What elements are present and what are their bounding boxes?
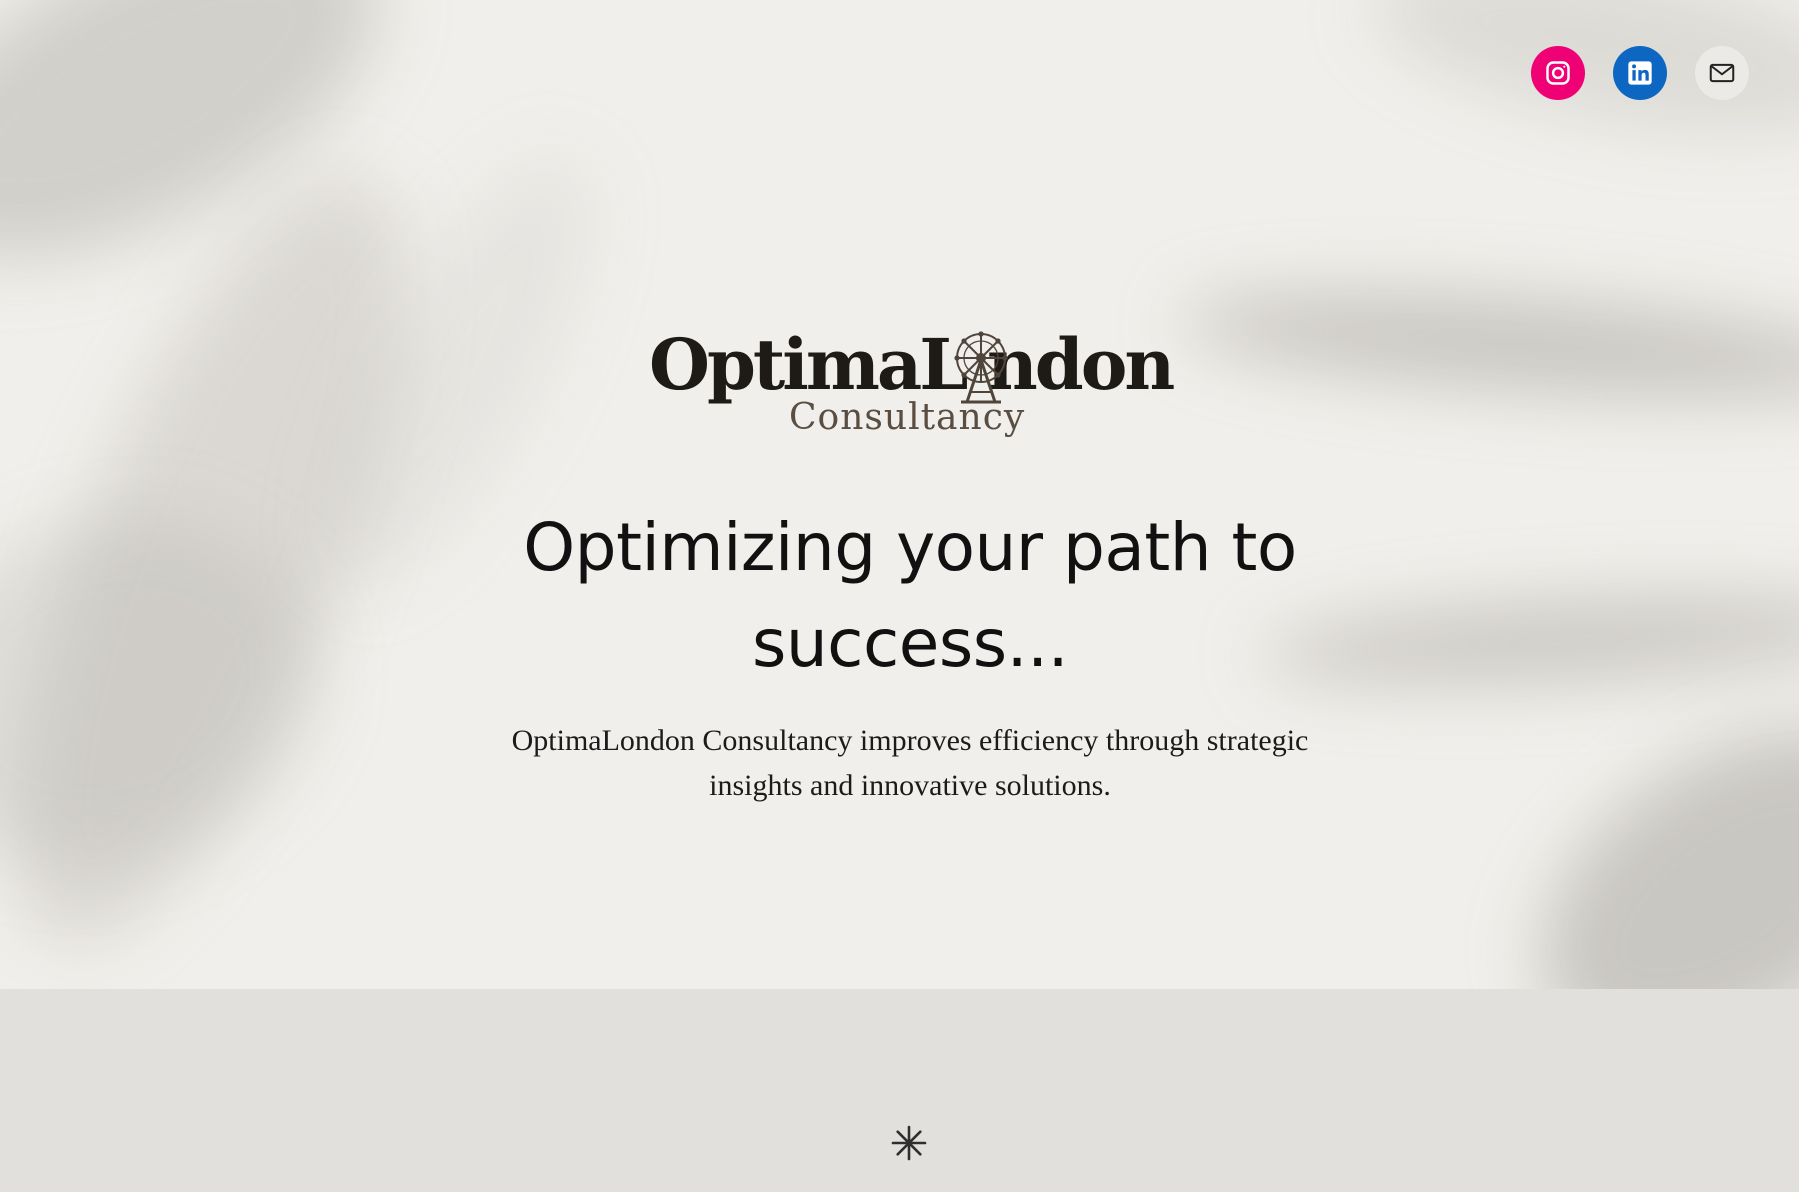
- hero-section: OptimaL ndon Consultancy Optimizing your…: [0, 0, 1799, 989]
- brand-logo[interactable]: OptimaL ndon Consultancy: [645, 328, 1185, 450]
- mail-icon: [1709, 63, 1735, 83]
- linkedin-icon: [1628, 61, 1652, 85]
- mail-link[interactable]: [1695, 46, 1749, 100]
- leaf-shadow: [0, 463, 363, 917]
- leaf-shadow: [0, 0, 431, 327]
- instagram-link[interactable]: [1531, 46, 1585, 100]
- instagram-icon: [1546, 61, 1570, 85]
- asterisk-icon: [891, 1125, 927, 1161]
- leaf-shadow: [1177, 275, 1799, 415]
- logo-wordmark: OptimaL ndon: [649, 323, 1175, 406]
- page: OptimaL ndon Consultancy Optimizing your…: [0, 0, 1799, 1192]
- leaf-shadow: [1483, 664, 1799, 989]
- hero-tagline: OptimaLondon Consultancy improves effici…: [511, 724, 1309, 802]
- ferris-wheel-icon: [954, 331, 1008, 404]
- linkedin-link[interactable]: [1613, 46, 1667, 100]
- logo-subtitle: Consultancy: [789, 397, 1026, 438]
- hero-headline: Optimizing your path to success...: [523, 509, 1297, 682]
- social-links: [1531, 46, 1749, 100]
- leaf-shadow: [0, 131, 485, 989]
- content-section: [0, 989, 1799, 1192]
